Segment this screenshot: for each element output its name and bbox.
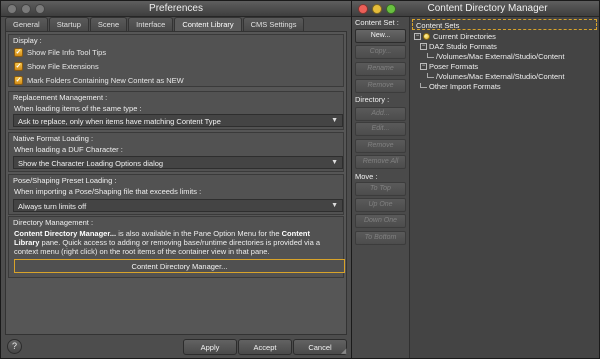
collapse-icon[interactable]: − — [414, 33, 421, 40]
tree-item-label: Current Directories — [433, 32, 496, 41]
tree-branch-line — [427, 72, 434, 78]
content-directory-manager-window: Content Directory Manager Content Set : … — [351, 0, 600, 359]
preferences-title: Preferences — [149, 3, 203, 14]
tree-item-label: /Volumes/Mac External/Studio/Content — [436, 52, 565, 61]
native-format-prompt: When loading a DUF Character : — [14, 145, 123, 154]
tree-branch-line — [427, 52, 434, 58]
remove-directory-button[interactable]: Remove — [355, 139, 406, 153]
content-set-label: Content Set : — [355, 18, 399, 27]
apply-button[interactable]: Apply — [183, 339, 237, 355]
dropdown-arrow-icon: ▼ — [331, 159, 338, 166]
pose-shaping-select[interactable]: Always turn limits off ▼ — [13, 199, 343, 212]
replacement-group-title: Replacement Management : — [13, 93, 108, 102]
tree-item-poser-formats[interactable]: − Poser Formats — [420, 62, 478, 71]
replacement-group: Replacement Management : When loading it… — [8, 91, 344, 130]
description-bold: Content Directory Manager... — [14, 229, 117, 238]
directory-management-description: Content Directory Manager... is also ava… — [14, 229, 344, 256]
active-set-icon — [423, 33, 430, 40]
directory-management-group: Directory Management : Content Directory… — [8, 216, 345, 278]
display-group: Display : ✓ Show File Info Tool Tips ✓ S… — [8, 34, 344, 87]
resize-grip-icon[interactable]: ◢ — [341, 348, 349, 356]
tree-header[interactable]: Content Sets — [412, 19, 597, 30]
copy-set-button[interactable]: Copy... — [355, 45, 406, 59]
move-label: Move : — [355, 172, 378, 181]
move-down-one-button[interactable]: Down One — [355, 214, 406, 228]
directory-label: Directory : — [355, 95, 390, 104]
description-text: pane. Quick access to adding or removing… — [39, 238, 320, 247]
show-file-extensions-checkbox[interactable]: ✓ Show File Extensions — [14, 61, 99, 72]
tree-item-label: Other Import Formats — [429, 82, 501, 91]
native-format-select[interactable]: Show the Character Loading Options dialo… — [13, 156, 343, 169]
help-button[interactable]: ? — [7, 339, 22, 354]
display-group-title: Display : — [13, 36, 42, 45]
tab-general[interactable]: General — [5, 17, 48, 32]
replacement-selected-value: Ask to replace, only when items have mat… — [18, 117, 221, 126]
tree-branch-line — [420, 82, 427, 88]
cdm-button-column: Content Set : New... Copy... Rename Remo… — [352, 17, 409, 358]
tab-cms-settings[interactable]: CMS Settings — [242, 17, 305, 32]
preferences-window: Preferences General Startup Scene Interf… — [0, 0, 352, 359]
checkmark-icon[interactable]: ✓ — [14, 76, 23, 85]
description-bold: Library — [14, 238, 40, 247]
checkmark-icon[interactable]: ✓ — [14, 62, 23, 71]
collapse-icon[interactable]: − — [420, 63, 427, 70]
move-up-one-button[interactable]: Up One — [355, 198, 406, 212]
pose-shaping-selected-value: Always turn limits off — [18, 202, 87, 211]
preferences-titlebar[interactable]: Preferences — [1, 1, 351, 17]
cdm-title: Content Directory Manager — [427, 3, 548, 14]
description-bold: Content — [281, 229, 310, 238]
dropdown-arrow-icon: ▼ — [331, 117, 338, 124]
replacement-prompt: When loading items of the same type : — [14, 104, 142, 113]
tab-startup[interactable]: Startup — [48, 17, 89, 32]
tab-content-library[interactable]: Content Library — [174, 17, 242, 32]
remove-set-button[interactable]: Remove — [355, 79, 406, 93]
collapse-icon[interactable]: − — [420, 43, 427, 50]
tree-item-daz-studio-formats[interactable]: − DAZ Studio Formats — [420, 42, 497, 51]
native-format-group: Native Format Loading : When loading a D… — [8, 132, 344, 172]
tree-item-poser-path[interactable]: /Volumes/Mac External/Studio/Content — [427, 72, 564, 81]
dropdown-arrow-icon: ▼ — [331, 202, 338, 209]
rename-set-button[interactable]: Rename — [355, 62, 406, 76]
pose-shaping-prompt: When importing a Pose/Shaping file that … — [14, 187, 202, 196]
checkbox-label: Mark Folders Containing New Content as N… — [27, 76, 184, 85]
description-text: is also available in the Pane Option Men… — [116, 229, 282, 238]
native-format-group-title: Native Format Loading : — [13, 134, 94, 143]
cancel-button[interactable]: Cancel — [293, 339, 347, 355]
content-sets-tree[interactable]: Content Sets − Current Directories − DAZ… — [409, 17, 599, 358]
show-file-info-tooltips-checkbox[interactable]: ✓ Show File Info Tool Tips — [14, 47, 106, 58]
new-set-button[interactable]: New... — [355, 29, 406, 43]
add-directory-button[interactable]: Add... — [355, 107, 406, 121]
remove-all-directories-button[interactable]: Remove All — [355, 155, 406, 169]
cdm-titlebar[interactable]: Content Directory Manager — [352, 1, 599, 17]
accept-button[interactable]: Accept — [238, 339, 292, 355]
description-text: context menu (right click) on the root i… — [14, 247, 270, 256]
content-library-panel: Display : ✓ Show File Info Tool Tips ✓ S… — [5, 31, 347, 335]
tab-interface[interactable]: Interface — [128, 17, 174, 32]
native-format-selected-value: Show the Character Loading Options dialo… — [18, 159, 164, 168]
edit-directory-button[interactable]: Edit... — [355, 122, 406, 136]
tree-item-current-directories[interactable]: − Current Directories — [414, 32, 496, 41]
pose-shaping-group: Pose/Shaping Preset Loading : When impor… — [8, 174, 344, 215]
checkbox-label: Show File Extensions — [27, 62, 99, 71]
tree-item-other-import-formats[interactable]: Other Import Formats — [420, 82, 501, 91]
tree-item-daz-path[interactable]: /Volumes/Mac External/Studio/Content — [427, 52, 564, 61]
tree-item-label: DAZ Studio Formats — [429, 42, 497, 51]
content-directory-manager-button[interactable]: Content Directory Manager... — [14, 259, 345, 273]
tab-scene[interactable]: Scene — [89, 17, 128, 32]
pose-shaping-group-title: Pose/Shaping Preset Loading : — [13, 176, 117, 185]
mark-new-folders-checkbox[interactable]: ✓ Mark Folders Containing New Content as… — [14, 75, 184, 86]
checkbox-label: Show File Info Tool Tips — [27, 48, 107, 57]
move-to-bottom-button[interactable]: To Bottom — [355, 231, 406, 245]
tree-item-label: Poser Formats — [429, 62, 479, 71]
preferences-tabs: General Startup Scene Interface Content … — [5, 17, 305, 32]
move-to-top-button[interactable]: To Top — [355, 182, 406, 196]
checkmark-icon[interactable]: ✓ — [14, 48, 23, 57]
directory-management-group-title: Directory Management : — [13, 218, 94, 227]
tree-item-label: /Volumes/Mac External/Studio/Content — [436, 72, 565, 81]
replacement-select[interactable]: Ask to replace, only when items have mat… — [13, 114, 343, 127]
